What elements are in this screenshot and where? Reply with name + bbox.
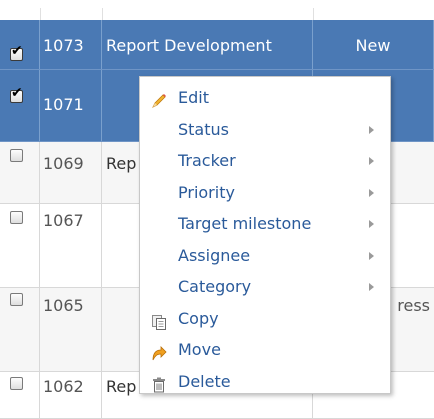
menu-item-delete[interactable]: Delete (140, 366, 390, 398)
menu-item-assignee[interactable]: Assignee (140, 240, 390, 272)
row-checkbox-cell (0, 288, 40, 371)
submenu-arrow-icon (369, 188, 374, 197)
menu-item-priority[interactable]: Priority (140, 177, 390, 209)
issue-id[interactable]: 1069 (40, 142, 102, 203)
issue-id[interactable]: 1073 (40, 20, 102, 69)
row-checkbox-cell (0, 372, 40, 418)
menu-item-tracker[interactable]: Tracker (140, 145, 390, 177)
menu-item-target-milestone[interactable]: Target milestone (140, 208, 390, 240)
menu-item-status[interactable]: Status (140, 114, 390, 146)
menu-item-label: Edit (178, 88, 209, 107)
submenu-arrow-icon (369, 157, 374, 165)
menu-item-copy[interactable]: Copy (140, 303, 390, 335)
row-checkbox-cell: ✔ (0, 20, 40, 69)
menu-item-move[interactable]: Move (140, 334, 390, 366)
row-checkbox[interactable] (10, 149, 23, 162)
menu-item-label: Copy (178, 308, 219, 328)
row-checkbox-cell (0, 142, 40, 203)
issue-id[interactable]: 1062 (40, 372, 102, 418)
table-header-strip (0, 0, 434, 20)
row-checkbox[interactable] (10, 377, 23, 390)
issue-id[interactable]: 1065 (40, 288, 102, 371)
menu-item-label: Target milestone (178, 214, 312, 233)
table-row[interactable]: ✔ 1073 Report Development New (0, 20, 434, 70)
menu-item-label: Assignee (178, 245, 251, 265)
copy-icon (150, 310, 168, 330)
submenu-arrow-icon (369, 220, 374, 228)
row-checkbox[interactable]: ✔ (10, 86, 23, 103)
pencil-icon (150, 89, 168, 108)
move-arrow-icon (150, 341, 168, 361)
menu-item-label: Move (178, 340, 221, 359)
row-checkbox[interactable] (10, 211, 23, 224)
issue-status: New (313, 20, 434, 69)
issue-list-view: ✔ 1073 Report Development New ✔ 1071 106… (0, 0, 434, 419)
submenu-arrow-icon (369, 251, 374, 260)
context-menu: Edit Status Tracker Priority Target mile… (139, 76, 391, 394)
menu-item-label: Delete (178, 371, 231, 391)
menu-item-label: Status (178, 119, 229, 139)
menu-item-label: Tracker (178, 151, 236, 170)
submenu-arrow-icon (369, 283, 374, 291)
check-mark-icon: ✔ (11, 43, 23, 59)
row-checkbox[interactable] (10, 293, 23, 306)
menu-item-label: Category (178, 277, 252, 296)
trash-icon (150, 373, 168, 392)
menu-item-category[interactable]: Category (140, 271, 390, 303)
row-checkbox-cell (0, 204, 40, 287)
row-checkbox-cell: ✔ (0, 70, 40, 141)
issue-id[interactable]: 1067 (40, 204, 102, 287)
check-mark-icon: ✔ (11, 85, 23, 101)
submenu-arrow-icon (369, 125, 374, 134)
issue-id[interactable]: 1071 (40, 70, 102, 141)
issue-subject[interactable]: Report Development (102, 20, 313, 69)
menu-item-label: Priority (178, 182, 235, 202)
menu-item-edit[interactable]: Edit (140, 82, 390, 114)
row-checkbox[interactable]: ✔ (10, 44, 23, 61)
